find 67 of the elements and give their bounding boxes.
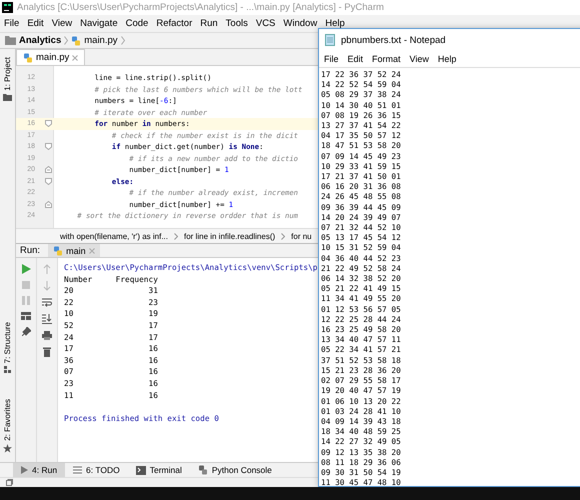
fold-marker-icon[interactable] xyxy=(45,143,52,150)
window-title: pbnumbers.txt - Notepad xyxy=(341,34,446,46)
chevron-icon xyxy=(64,36,68,45)
menu-item[interactable]: View xyxy=(52,18,72,29)
status-toggle-icon[interactable] xyxy=(6,479,13,486)
chevron-icon xyxy=(120,36,125,45)
pin-icon[interactable] xyxy=(22,327,30,336)
list-icon xyxy=(73,466,82,474)
menu-item[interactable]: Navigate xyxy=(80,18,118,29)
panel-label: Run: xyxy=(20,245,40,256)
run-tab[interactable]: main xyxy=(48,244,100,257)
python-icon xyxy=(198,465,208,475)
window-title: Analytics [C:\Users\User\PycharmProjects\Analytics] - ...\main.py [Analytics] - PyCharm xyxy=(17,2,384,13)
chevron-icon xyxy=(281,232,286,240)
down-arrow-icon[interactable] xyxy=(43,281,51,291)
tool-window-tab[interactable]: 7: Structure xyxy=(3,322,12,364)
menu-item[interactable]: File xyxy=(324,54,339,64)
tool-window-tab[interactable]: 6: TODO xyxy=(65,463,128,477)
menu-item[interactable]: Refactor xyxy=(156,18,192,29)
folder-icon xyxy=(3,94,12,101)
tool-window-tab[interactable]: 2: Favorites xyxy=(3,399,12,441)
fold-marker-icon[interactable] xyxy=(45,166,52,174)
menu-item[interactable]: Tools xyxy=(226,18,248,29)
soft-wrap-icon[interactable] xyxy=(42,298,52,307)
menu-item[interactable]: View xyxy=(410,54,429,64)
run-icon[interactable] xyxy=(22,264,30,274)
close-icon[interactable] xyxy=(72,54,78,60)
up-arrow-icon[interactable] xyxy=(43,264,51,274)
fold-marker-icon[interactable] xyxy=(45,178,52,185)
python-file-icon xyxy=(71,36,82,46)
notepad-icon xyxy=(325,34,335,46)
trash-icon[interactable] xyxy=(43,347,51,357)
scroll-to-end-icon[interactable] xyxy=(42,314,52,324)
tool-window-tab[interactable]: 4: Run xyxy=(13,463,66,477)
fold-marker-icon[interactable] xyxy=(45,200,52,208)
fold-marker-icon[interactable] xyxy=(45,120,52,128)
breadcrumb-item[interactable]: for line in infile.readlines() xyxy=(184,232,276,240)
menu-item[interactable]: Help xyxy=(438,54,456,64)
pause-icon[interactable] xyxy=(22,296,30,305)
editor-tab[interactable]: main.py xyxy=(16,49,86,65)
structure-icon xyxy=(4,366,11,374)
folder-icon xyxy=(5,36,16,45)
close-icon[interactable] xyxy=(88,248,95,254)
menu-item[interactable]: File xyxy=(4,18,20,29)
python-file-icon xyxy=(23,52,33,62)
breadcrumb-item[interactable]: Analytics xyxy=(19,35,62,46)
menu-item[interactable]: Run xyxy=(200,18,218,29)
menu-item[interactable]: Format xyxy=(372,54,401,64)
breadcrumb-item[interactable]: main.py xyxy=(84,35,118,46)
star-icon xyxy=(3,444,12,453)
python-file-icon xyxy=(53,246,64,256)
tool-window-tab[interactable]: Python Console xyxy=(190,463,280,477)
layout-icon[interactable] xyxy=(21,312,31,320)
terminal-icon xyxy=(136,466,146,474)
menu-item[interactable]: Edit xyxy=(27,18,44,29)
breadcrumb-item[interactable]: with open(filename, 'r') as inf... xyxy=(60,232,168,240)
print-icon[interactable] xyxy=(42,331,52,340)
menu-item[interactable]: Code xyxy=(126,18,148,29)
breadcrumb-item[interactable]: for nu xyxy=(291,232,312,240)
menu-item[interactable]: VCS xyxy=(256,18,276,29)
menu-item[interactable]: Help xyxy=(325,18,345,29)
menu-item[interactable]: Window xyxy=(283,18,318,29)
menu-item[interactable]: Edit xyxy=(348,54,364,64)
play-icon xyxy=(21,466,28,474)
tool-window-tab[interactable]: 1: Project xyxy=(3,57,12,91)
tool-window-tab[interactable]: Terminal xyxy=(128,463,190,477)
chevron-icon xyxy=(174,232,178,240)
